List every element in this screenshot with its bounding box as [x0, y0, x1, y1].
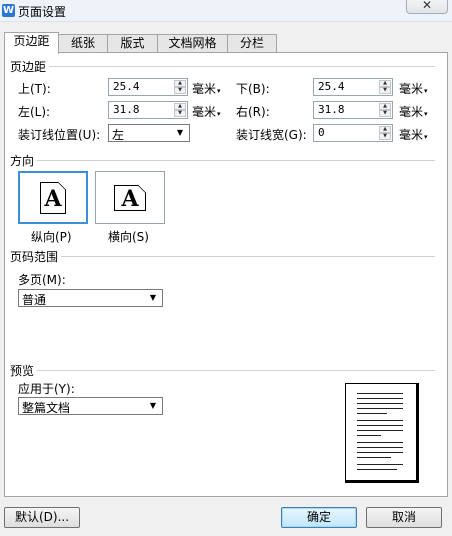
apply-to-label: 应用于(Y): [18, 382, 75, 396]
tab-columns[interactable]: 分栏 [227, 34, 277, 53]
cancel-button[interactable]: 取消 [366, 507, 442, 528]
preview-text-line [357, 457, 391, 458]
tab-margins[interactable]: 页边距 [4, 32, 59, 54]
orientation-section-title: 方向 [10, 152, 35, 169]
gutter-position-value: 左 [112, 128, 125, 142]
preview-text-line [357, 413, 387, 414]
landscape-page-icon: A [114, 184, 146, 212]
dropdown-arrow-icon: ▾ [424, 87, 428, 95]
wps-writer-icon: W [2, 4, 15, 17]
margins-divider [49, 66, 435, 67]
bottom-margin-label: 下(B): [236, 82, 270, 96]
tab-layout[interactable]: 版式 [107, 34, 158, 53]
preview-text-line [357, 452, 403, 453]
gutter-width-spinner[interactable]: 0 ▲ ▼ [313, 124, 393, 142]
spin-up-icon[interactable]: ▲ [379, 103, 391, 110]
ok-button[interactable]: 确定 [281, 507, 357, 528]
gutter-width-value[interactable]: 0 [318, 126, 325, 139]
portrait-label[interactable]: 纵向(P) [31, 228, 72, 245]
preview-text-line [357, 420, 403, 421]
top-margin-unit[interactable]: 毫米▾ [192, 80, 221, 97]
title-bar: W 页面设置 ✕ [0, 0, 452, 22]
chevron-down-icon[interactable]: ▼ [146, 399, 160, 413]
preview-text-line [357, 408, 403, 409]
page-preview [345, 383, 419, 483]
spin-down-icon[interactable]: ▼ [379, 87, 391, 94]
bottom-margin-spinner[interactable]: 25.4 ▲ ▼ [313, 78, 393, 96]
preview-text-line [357, 430, 403, 431]
page-range-section-title: 页码范围 [10, 248, 59, 265]
top-margin-label: 上(T): [18, 82, 51, 96]
preview-text-line [357, 393, 403, 394]
right-margin-spinner[interactable]: 31.8 ▲ ▼ [313, 101, 393, 119]
preview-text-line [357, 464, 403, 465]
apply-to-value: 整篇文档 [22, 401, 71, 415]
left-margin-value[interactable]: 31.8 [113, 103, 140, 116]
landscape-option[interactable]: A [95, 171, 165, 224]
apply-to-select[interactable]: 整篇文档 ▼ [18, 397, 163, 415]
preview-text-line [357, 435, 381, 436]
default-button[interactable]: 默认(D)... [4, 507, 80, 528]
spin-down-icon[interactable]: ▼ [174, 110, 186, 117]
dropdown-arrow-icon: ▾ [217, 87, 221, 95]
margins-section-title: 页边距 [10, 58, 47, 75]
dropdown-arrow-icon: ▾ [424, 110, 428, 118]
spin-down-icon[interactable]: ▼ [379, 133, 391, 140]
portrait-option[interactable]: A [18, 171, 88, 224]
orientation-divider [37, 160, 435, 161]
preview-section-title: 预览 [10, 362, 35, 379]
bottom-margin-unit[interactable]: 毫米▾ [399, 80, 428, 97]
page-range-divider [61, 256, 435, 257]
spin-up-icon[interactable]: ▲ [174, 80, 186, 87]
dropdown-arrow-icon: ▾ [217, 110, 221, 118]
gutter-width-label: 装订线宽(G): [236, 128, 307, 142]
preview-text-line [357, 447, 403, 448]
tab-document-grid[interactable]: 文档网格 [157, 34, 228, 53]
gutter-position-select[interactable]: 左 ▼ [108, 124, 190, 142]
preview-divider [37, 370, 435, 371]
left-margin-spinner[interactable]: 31.8 ▲ ▼ [108, 101, 188, 119]
preview-text-line [357, 442, 403, 443]
spin-up-icon[interactable]: ▲ [379, 80, 391, 87]
multiple-pages-value: 普通 [22, 293, 47, 307]
tab-paper[interactable]: 纸张 [58, 34, 108, 53]
top-margin-value[interactable]: 25.4 [113, 80, 140, 93]
left-margin-unit[interactable]: 毫米▾ [192, 103, 221, 120]
spin-down-icon[interactable]: ▼ [174, 87, 186, 94]
spin-up-icon[interactable]: ▲ [174, 103, 186, 110]
preview-text-line [357, 398, 403, 399]
chevron-down-icon[interactable]: ▼ [173, 126, 187, 140]
preview-text-line [357, 469, 397, 470]
left-margin-label: 左(L): [18, 105, 51, 119]
right-margin-label: 右(R): [236, 105, 270, 119]
multiple-pages-select[interactable]: 普通 ▼ [18, 289, 163, 307]
right-margin-unit[interactable]: 毫米▾ [399, 103, 428, 120]
window-title: 页面设置 [18, 5, 67, 19]
bottom-margin-value[interactable]: 25.4 [318, 80, 345, 93]
close-button[interactable]: ✕ [406, 0, 448, 14]
portrait-page-icon: A [40, 181, 66, 214]
landscape-label[interactable]: 横向(S) [108, 228, 149, 245]
gutter-width-unit[interactable]: 毫米▾ [399, 126, 428, 143]
dropdown-arrow-icon: ▾ [424, 133, 428, 141]
spin-up-icon[interactable]: ▲ [379, 126, 391, 133]
spin-down-icon[interactable]: ▼ [379, 110, 391, 117]
top-margin-spinner[interactable]: 25.4 ▲ ▼ [108, 78, 188, 96]
multiple-pages-label: 多页(M): [18, 273, 66, 287]
gutter-position-label: 装订线位置(U): [18, 128, 101, 142]
chevron-down-icon[interactable]: ▼ [146, 291, 160, 305]
preview-text-line [357, 403, 403, 404]
preview-text-line [357, 425, 403, 426]
right-margin-value[interactable]: 31.8 [318, 103, 345, 116]
